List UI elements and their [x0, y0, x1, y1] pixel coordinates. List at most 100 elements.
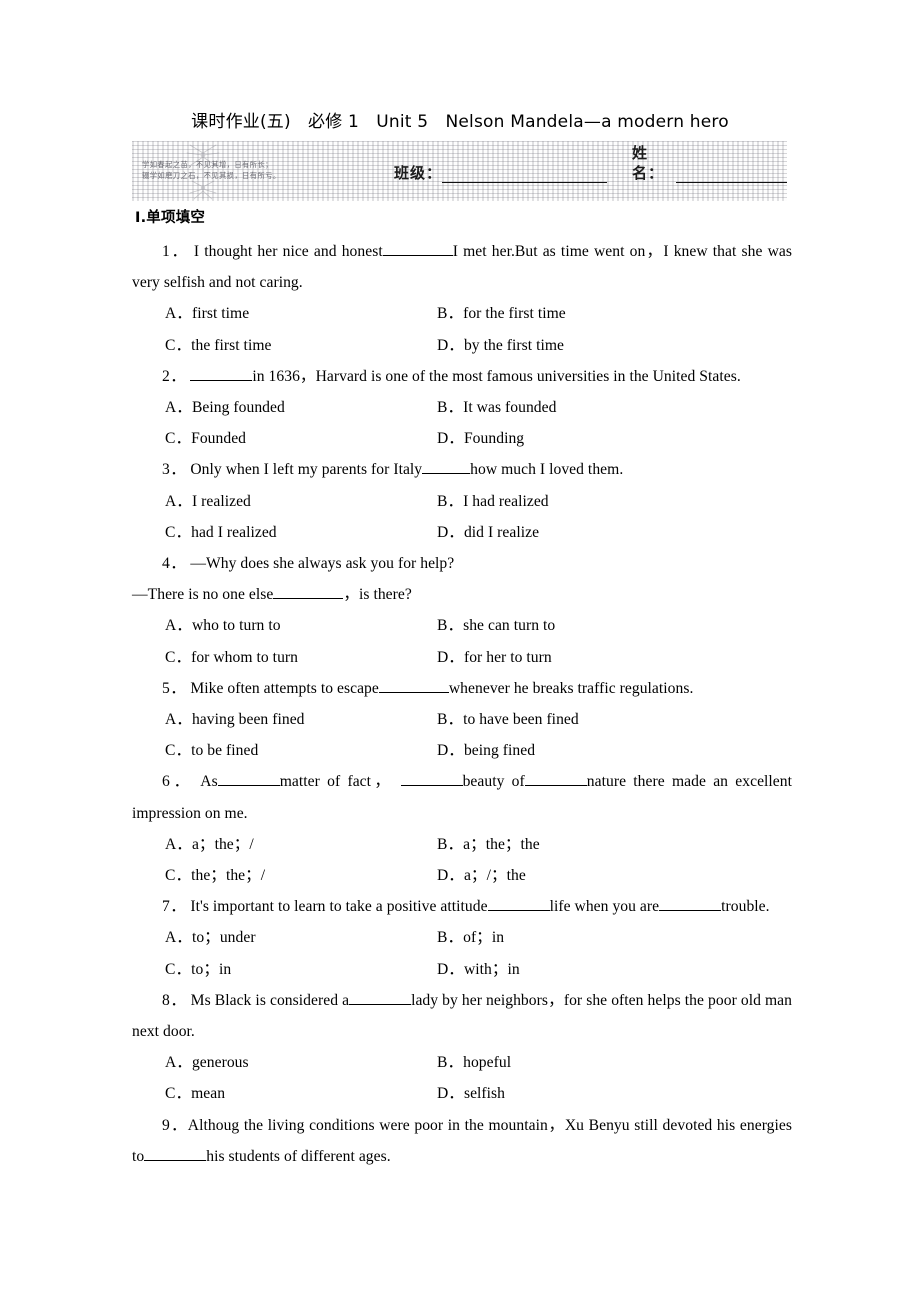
class-field[interactable]: 班级：: [394, 157, 608, 183]
question-text-reply: —There is no one else: [132, 586, 274, 604]
question-number: 4．: [162, 555, 187, 573]
question-text-before: As: [200, 773, 218, 791]
option-d[interactable]: D．for her to turn: [410, 642, 750, 673]
answer-blank[interactable]: [349, 990, 412, 1005]
proverb-line-2: 辍学如磨刀之石，不见其损，日有所亏。: [142, 171, 281, 180]
option-c[interactable]: C．to；in: [132, 954, 410, 985]
option-d[interactable]: D．being fined: [410, 735, 750, 766]
question-stem: 5． Mike often attempts to escape whenever…: [132, 673, 792, 704]
option-d[interactable]: D．a；/；the: [410, 860, 750, 891]
section-heading: Ⅰ.单项填空: [135, 210, 206, 226]
name-field-rule[interactable]: [676, 163, 787, 183]
question-stem: 1． I thought her nice and honest I met he…: [132, 236, 792, 298]
question-text-after: how much I loved them.: [470, 461, 624, 479]
option-c[interactable]: C．the；the；/: [132, 860, 410, 891]
option-d[interactable]: D．Founding: [410, 423, 750, 454]
options-row: A．first time B．for the first time: [132, 298, 792, 329]
question-text-before: Mike often attempts to escape: [190, 679, 379, 697]
options-row: C．the first time D．by the first time: [132, 330, 792, 361]
answer-blank[interactable]: [273, 584, 344, 600]
option-b[interactable]: B．for the first time: [410, 298, 750, 329]
question-stem: 9．Althoug the living conditions were poo…: [132, 1110, 792, 1172]
options-row: C．to；in D．with；in: [132, 954, 792, 985]
option-b[interactable]: B．to have been fined: [410, 704, 750, 735]
question-text-before: Ms Black is considered a: [190, 991, 350, 1009]
option-a[interactable]: A．generous: [132, 1047, 410, 1078]
page-title-text: 课时作业(五) 必修 1 Unit 5 Nelson Mandela—a mod…: [191, 112, 729, 132]
question-stem: 2． in 1636，Harvard is one of the most fa…: [132, 361, 792, 392]
options-row: A．I realized B．I had realized: [132, 486, 792, 517]
question-stem: 8． Ms Black is considered a lady by her n…: [132, 985, 792, 1047]
answer-blank[interactable]: [378, 678, 449, 693]
option-a[interactable]: A．to；under: [132, 922, 410, 953]
answer-blank[interactable]: [524, 771, 587, 787]
banner-proverb: 学如春起之苗，不见其增，日有所长； 辍学如磨刀之石，不见其损，日有所亏。: [142, 159, 382, 181]
options-row: C．mean D．selfish: [132, 1078, 792, 1109]
questions-container: 1． I thought her nice and honest I met he…: [132, 236, 792, 1172]
question-stem: 7． It's important to learn to take a pos…: [132, 891, 792, 922]
option-a[interactable]: A．first time: [132, 298, 410, 329]
option-a[interactable]: A．having been fined: [132, 704, 410, 735]
options-row: A．having been fined B．to have been fined: [132, 704, 792, 735]
name-field[interactable]: 姓名：: [632, 144, 787, 183]
question-number: 9．: [162, 1116, 188, 1134]
answer-blank[interactable]: [217, 771, 280, 787]
option-c[interactable]: C．for whom to turn: [132, 642, 410, 673]
option-a[interactable]: A．who to turn to: [132, 610, 410, 641]
option-b[interactable]: B．It was founded: [410, 392, 750, 423]
option-d[interactable]: D．selfish: [410, 1078, 750, 1109]
question-text-mid2: beauty of: [462, 773, 525, 791]
answer-blank[interactable]: [422, 459, 471, 475]
option-b[interactable]: B．a；the；the: [410, 829, 750, 860]
page-title: 课时作业(五) 必修 1 Unit 5 Nelson Mandela—a mod…: [0, 110, 920, 133]
option-a[interactable]: A．a；the；/: [132, 829, 410, 860]
options-row: C．had I realized D．did I realize: [132, 517, 792, 548]
answer-blank[interactable]: [659, 896, 722, 912]
option-c[interactable]: C．to be fined: [132, 735, 410, 766]
answer-blank[interactable]: [190, 366, 253, 381]
answer-blank[interactable]: [144, 1146, 207, 1161]
question-text-before: Only when I left my parents for Italy: [190, 461, 423, 479]
options-row: A．Being founded B．It was founded: [132, 392, 792, 423]
question-text-after: whenever he breaks traffic regulations.: [448, 679, 694, 697]
question-number: 1．: [162, 243, 189, 260]
option-c[interactable]: C．had I realized: [132, 517, 410, 548]
question-text-after: in 1636，Harvard is one of the most famou…: [252, 367, 741, 385]
answer-blank[interactable]: [487, 896, 550, 912]
option-d[interactable]: D．by the first time: [410, 330, 750, 361]
answer-blank[interactable]: [400, 771, 463, 787]
option-c[interactable]: C．Founded: [132, 423, 410, 454]
question-text-mid1: life when you are: [549, 898, 660, 916]
option-d[interactable]: D．did I realize: [410, 517, 750, 548]
option-a[interactable]: A．Being founded: [132, 392, 410, 423]
options-row: A．generous B．hopeful: [132, 1047, 792, 1078]
question-number: 5．: [162, 679, 187, 697]
question-number: 3．: [162, 461, 187, 479]
class-field-label: 班级：: [394, 164, 443, 182]
question-number: 8．: [162, 991, 187, 1009]
option-d[interactable]: D．with；in: [410, 954, 750, 985]
worksheet-page: 课时作业(五) 必修 1 Unit 5 Nelson Mandela—a mod…: [0, 0, 920, 1302]
question-stem: 3． Only when I left my parents for Italy…: [132, 454, 792, 485]
options-row: A．a；the；/ B．a；the；the: [132, 829, 792, 860]
name-field-label: 姓名：: [632, 144, 665, 182]
question-stem: 6． As matter of fact， beauty of nature the…: [132, 766, 792, 828]
question-text-before: —Why does she always ask you for help?: [190, 555, 455, 573]
option-c[interactable]: C．mean: [132, 1078, 410, 1109]
class-field-rule[interactable]: [442, 163, 608, 183]
question-stem-continuation: —There is no one else ，is there?: [132, 579, 792, 610]
options-row: C．the；the；/ D．a；/；the: [132, 860, 792, 891]
option-b[interactable]: B．hopeful: [410, 1047, 750, 1078]
option-b[interactable]: B．she can turn to: [410, 610, 750, 641]
question-stem: 4． —Why does she always ask you for help…: [132, 548, 792, 579]
question-number: 2．: [162, 367, 187, 385]
options-row: A．to；under B．of；in: [132, 922, 792, 953]
option-c[interactable]: C．the first time: [132, 330, 410, 361]
option-b[interactable]: B．I had realized: [410, 486, 750, 517]
question-number: 7．: [162, 898, 187, 916]
options-row: A．who to turn to B．she can turn to: [132, 610, 792, 641]
option-a[interactable]: A．I realized: [132, 486, 410, 517]
option-b[interactable]: B．of；in: [410, 922, 750, 953]
proverb-line-1: 学如春起之苗，不见其增，日有所长；: [142, 160, 273, 169]
answer-blank[interactable]: [382, 241, 453, 256]
